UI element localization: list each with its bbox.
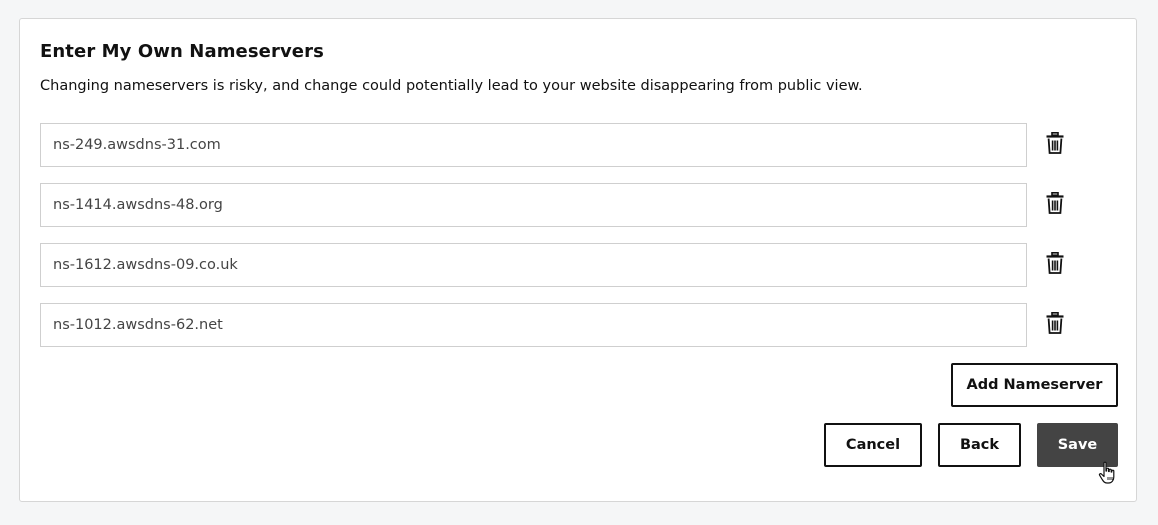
delete-nameserver-4-button[interactable] (1041, 309, 1069, 337)
nameserver-row-4 (40, 303, 1100, 347)
nameserver-input-3[interactable] (40, 243, 1027, 287)
delete-nameserver-3-button[interactable] (1041, 249, 1069, 277)
trash-icon (1046, 132, 1064, 154)
trash-icon (1046, 192, 1064, 214)
delete-nameserver-1-button[interactable] (1041, 129, 1069, 157)
save-button[interactable]: Save (1037, 423, 1118, 467)
trash-icon (1046, 312, 1064, 334)
page-title: Enter My Own Nameservers (40, 41, 324, 62)
back-button[interactable]: Back (938, 423, 1021, 467)
trash-icon (1046, 252, 1064, 274)
nameserver-row-1 (40, 123, 1100, 167)
cancel-button[interactable]: Cancel (824, 423, 922, 467)
warning-text: Changing nameservers is risky, and chang… (40, 78, 863, 94)
nameserver-card: Enter My Own Nameservers Changing namese… (19, 18, 1137, 502)
add-nameserver-button[interactable]: Add Nameserver (951, 363, 1118, 407)
delete-nameserver-2-button[interactable] (1041, 189, 1069, 217)
nameserver-input-4[interactable] (40, 303, 1027, 347)
nameserver-row-2 (40, 183, 1100, 227)
nameserver-input-1[interactable] (40, 123, 1027, 167)
nameserver-row-3 (40, 243, 1100, 287)
nameserver-input-2[interactable] (40, 183, 1027, 227)
